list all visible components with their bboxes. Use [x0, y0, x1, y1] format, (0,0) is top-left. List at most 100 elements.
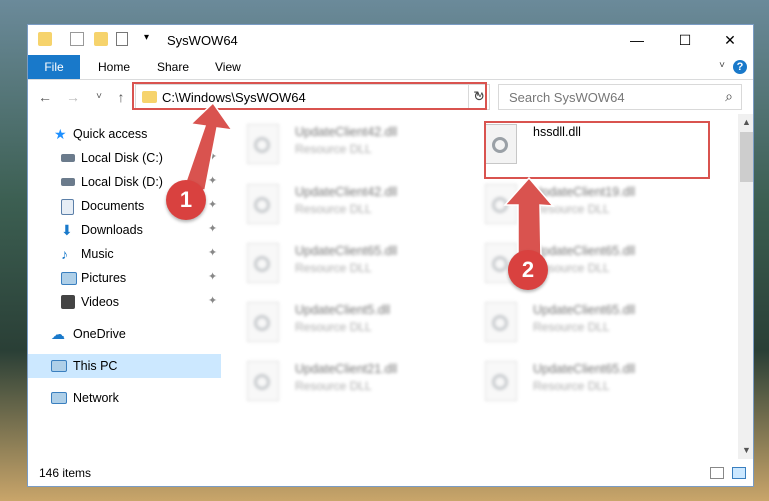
- gear-icon: [254, 374, 270, 390]
- sidebar-item-local-disk-c[interactable]: Local Disk (C:) ✦: [28, 146, 221, 170]
- search-icon: ⌕: [725, 88, 733, 104]
- file-name: UpdateClient19.dll: [533, 185, 636, 199]
- tab-share[interactable]: Share: [157, 55, 189, 79]
- sidebar-item-label: Documents: [81, 199, 145, 213]
- gear-icon: [492, 197, 508, 213]
- sidebar-item-pictures[interactable]: Pictures ✦: [28, 266, 221, 290]
- file-type: Resource DLL: [533, 320, 610, 334]
- dll-file-icon: [247, 243, 279, 283]
- pin-icon[interactable]: ✦: [208, 270, 217, 283]
- file-type: Resource DLL: [295, 379, 372, 393]
- new-folder-icon[interactable]: [94, 32, 108, 46]
- title-bar: ▾ SysWOW64 — ☐ ✕: [28, 25, 753, 55]
- pin-icon[interactable]: ✦: [208, 174, 217, 187]
- customize-qat-icon[interactable]: [116, 32, 128, 46]
- maximize-button[interactable]: ☐: [663, 25, 707, 55]
- ribbon-tabs: File Home Share View ˅ ?: [28, 55, 753, 80]
- window-title: SysWOW64: [167, 33, 238, 48]
- pictures-icon: [61, 272, 77, 285]
- sidebar-item-label: Videos: [81, 295, 119, 309]
- documents-icon: [61, 199, 74, 215]
- gear-icon: [254, 315, 270, 331]
- forward-button[interactable]: →: [64, 87, 82, 107]
- drive-icon: [61, 154, 75, 162]
- expand-ribbon-icon[interactable]: ˅: [719, 60, 725, 71]
- sidebar-item-music[interactable]: ♪ Music ✦: [28, 242, 221, 266]
- pin-icon[interactable]: ✦: [208, 198, 217, 211]
- tab-view[interactable]: View: [215, 55, 241, 79]
- dll-file-icon: [485, 361, 517, 401]
- file-item[interactable]: UpdateClient65.dll Resource DLL: [465, 355, 695, 409]
- minimize-button[interactable]: —: [615, 25, 659, 55]
- sidebar-item-downloads[interactable]: ⬇ Downloads ✦: [28, 218, 221, 242]
- large-icons-view-icon[interactable]: [732, 467, 746, 479]
- network-icon: [51, 392, 67, 404]
- recent-locations-button[interactable]: ˅: [90, 87, 108, 107]
- file-item[interactable]: UpdateClient65.dll Resource DLL: [465, 296, 695, 350]
- properties-icon[interactable]: [70, 32, 84, 46]
- step-marker-2: 2: [508, 250, 548, 290]
- file-type: Resource DLL: [295, 202, 372, 216]
- file-name: UpdateClient5.dll: [295, 303, 391, 317]
- pin-icon[interactable]: ✦: [208, 150, 217, 163]
- file-type: Resource DLL: [533, 202, 610, 216]
- pc-icon: [51, 360, 67, 372]
- file-item[interactable]: UpdateClient42.dll Resource DLL: [227, 118, 457, 172]
- downloads-icon: ⬇: [61, 222, 73, 238]
- pin-icon[interactable]: ✦: [208, 246, 217, 259]
- sidebar-item-label: Music: [81, 247, 114, 261]
- videos-icon: [61, 295, 75, 309]
- file-name: UpdateClient21.dll: [295, 362, 398, 376]
- close-button[interactable]: ✕: [708, 25, 752, 55]
- file-type: Resource DLL: [295, 261, 372, 275]
- dll-file-icon: [485, 184, 517, 224]
- file-item[interactable]: UpdateClient65.dll Resource DLL: [465, 237, 695, 291]
- pin-icon[interactable]: ✦: [208, 294, 217, 307]
- scroll-thumb[interactable]: [740, 132, 753, 182]
- gear-icon: [254, 197, 270, 213]
- details-view-icon[interactable]: [710, 467, 724, 479]
- file-item[interactable]: UpdateClient21.dll Resource DLL: [227, 355, 457, 409]
- sidebar-item-onedrive[interactable]: ☁ OneDrive: [28, 322, 221, 346]
- file-type: Resource DLL: [295, 320, 372, 334]
- dll-file-icon: [247, 302, 279, 342]
- step-marker-1: 1: [166, 180, 206, 220]
- star-icon: ★: [54, 126, 67, 142]
- help-icon[interactable]: ?: [733, 60, 747, 74]
- vertical-scrollbar[interactable]: ▲ ▼: [738, 114, 753, 459]
- file-name: UpdateClient65.dll: [533, 303, 636, 317]
- gear-icon: [254, 256, 270, 272]
- sidebar-item-videos[interactable]: Videos ✦: [28, 290, 221, 314]
- music-icon: ♪: [61, 246, 68, 262]
- tab-file[interactable]: File: [28, 55, 80, 79]
- address-highlight-box: [132, 82, 487, 110]
- scroll-down-icon[interactable]: ▼: [738, 442, 753, 459]
- gear-icon: [254, 137, 270, 153]
- search-input[interactable]: Search SysWOW64 ⌕: [498, 84, 742, 110]
- file-type: Resource DLL: [295, 142, 372, 156]
- file-item[interactable]: UpdateClient42.dll Resource DLL: [227, 178, 457, 232]
- dll-file-icon: [485, 302, 517, 342]
- sidebar-item-quick-access[interactable]: ★ Quick access: [28, 122, 221, 146]
- sidebar-item-label: Downloads: [81, 223, 143, 237]
- back-button[interactable]: ←: [36, 87, 54, 107]
- file-item[interactable]: UpdateClient5.dll Resource DLL: [227, 296, 457, 350]
- file-item[interactable]: UpdateClient65.dll Resource DLL: [227, 237, 457, 291]
- qat-dropdown-icon[interactable]: ▾: [144, 32, 149, 43]
- gear-icon: [492, 374, 508, 390]
- file-name: UpdateClient42.dll: [295, 185, 398, 199]
- pin-icon[interactable]: ✦: [208, 222, 217, 235]
- sidebar-item-this-pc[interactable]: This PC: [28, 354, 221, 378]
- scroll-up-icon[interactable]: ▲: [738, 114, 753, 131]
- sidebar-item-label: Local Disk (D:): [81, 175, 163, 189]
- file-name: UpdateClient65.dll: [295, 244, 398, 258]
- file-item[interactable]: UpdateClient19.dll Resource DLL: [465, 178, 695, 232]
- sidebar-item-network[interactable]: Network: [28, 386, 221, 410]
- sidebar-item-label: OneDrive: [73, 327, 126, 341]
- status-bar: 146 items: [28, 459, 753, 486]
- gear-icon: [492, 315, 508, 331]
- up-button[interactable]: ↑: [112, 87, 130, 107]
- file-highlight-box: [484, 121, 710, 179]
- sidebar-item-label: Network: [73, 391, 119, 405]
- tab-home[interactable]: Home: [98, 55, 130, 79]
